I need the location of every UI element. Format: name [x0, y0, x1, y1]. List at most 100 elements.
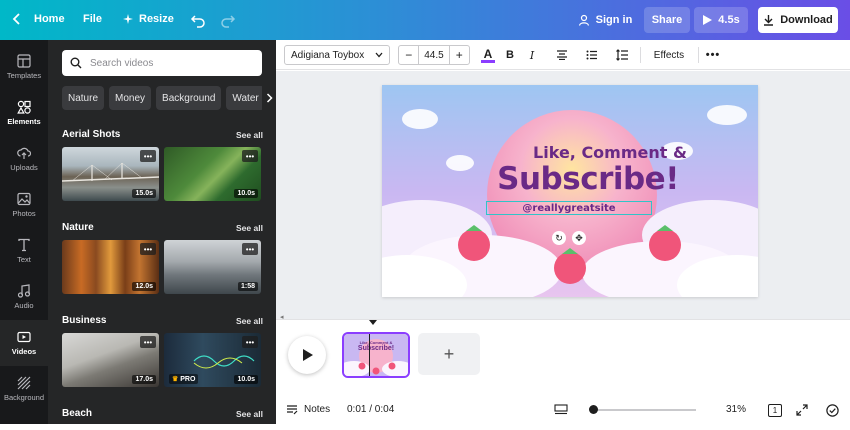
videos-icon — [17, 331, 31, 343]
chip-money[interactable]: Money — [109, 86, 152, 110]
design-title-line-2[interactable]: Subscribe! — [400, 161, 758, 197]
more-options-button[interactable]: ••• — [242, 336, 258, 348]
effects-button[interactable]: Effects — [648, 45, 690, 65]
top-bar: Home File Resize Sign in Share 4.5s Down… — [0, 0, 850, 40]
undo-icon — [190, 15, 205, 28]
decrease-font-size-button[interactable]: − — [399, 48, 418, 62]
zoom-slider-handle[interactable] — [589, 405, 598, 414]
chips-scroll-right-button[interactable] — [262, 86, 276, 110]
play-duration: 4.5s — [718, 14, 740, 26]
spacing-button[interactable] — [614, 45, 630, 65]
see-all-aerial-shots[interactable]: See all — [236, 130, 263, 140]
video-thumb-nature-2[interactable]: ••• 1:58 — [164, 240, 261, 294]
chevron-down-icon — [375, 52, 383, 58]
list-button[interactable] — [584, 45, 600, 65]
video-thumb-aerial-1[interactable]: ••• 15.0s — [62, 147, 159, 201]
check-button[interactable] — [826, 404, 839, 417]
video-duration: 15.0s — [132, 189, 156, 198]
notes-label: Notes — [304, 404, 331, 415]
text-toolbar: Adigiana Toybox − 44.5 + A B I Effects •… — [276, 40, 850, 70]
more-options-button[interactable]: ••• — [140, 336, 156, 348]
font-size-value[interactable]: 44.5 — [418, 45, 450, 65]
video-thumb-aerial-2[interactable]: ••• 10.0s — [164, 147, 261, 201]
notes-icon — [287, 404, 298, 414]
video-thumb-nature-1[interactable]: ••• 12.0s — [62, 240, 159, 294]
rail-item-videos[interactable]: Videos — [0, 320, 48, 366]
videos-panel: Nature Money Background Water Aerial Sho… — [48, 40, 276, 430]
notes-button[interactable]: Notes — [286, 404, 330, 415]
design-title-line-1[interactable]: Like, Comment & — [422, 143, 758, 162]
playhead-marker[interactable] — [369, 320, 377, 325]
toolbar-divider — [640, 47, 641, 63]
text-color-button[interactable]: A — [480, 45, 496, 65]
font-family-select[interactable]: Adigiana Toybox — [284, 45, 390, 65]
video-duration: 1:58 — [237, 282, 258, 291]
left-rail: Templates Elements Uploads Photos Text A… — [0, 40, 48, 430]
zoom-level[interactable]: 31% — [726, 404, 746, 415]
redo-button[interactable] — [220, 12, 236, 31]
rail-item-photos[interactable]: Photos — [0, 182, 48, 228]
file-menu-button[interactable]: File — [83, 13, 102, 25]
video-thumb-business-2[interactable]: ••• ♛ PRO 10.0s — [164, 333, 261, 387]
search-input[interactable] — [90, 57, 250, 69]
page-count-button[interactable]: 1 — [768, 404, 782, 417]
timeline-play-button[interactable] — [288, 336, 326, 374]
see-all-business[interactable]: See all — [236, 316, 263, 326]
rail-item-templates[interactable]: Templates — [0, 44, 48, 90]
rail-item-background[interactable]: Background — [0, 366, 48, 412]
rail-item-audio[interactable]: Audio — [0, 274, 48, 320]
rotate-handle[interactable]: ↻ — [552, 231, 566, 245]
play-icon — [302, 349, 313, 361]
pro-badge: ♛ PRO — [169, 374, 199, 384]
text-icon — [18, 238, 30, 252]
more-icon: ••• — [705, 49, 721, 61]
rail-label-elements: Elements — [7, 117, 41, 126]
font-size-stepper: − 44.5 + — [398, 45, 470, 65]
check-circle-icon — [826, 404, 839, 417]
undo-button[interactable] — [190, 12, 206, 31]
play-preview-button[interactable]: 4.5s — [694, 7, 748, 33]
fullscreen-button[interactable] — [796, 404, 808, 416]
playback-time: 0:01 / 0:04 — [347, 404, 395, 415]
more-options-button[interactable]: ••• — [242, 243, 258, 255]
rail-label-uploads: Uploads — [10, 163, 38, 172]
rail-item-text[interactable]: Text — [0, 228, 48, 274]
increase-font-size-button[interactable]: + — [450, 48, 469, 62]
italic-button[interactable]: I — [524, 45, 540, 65]
more-options-button[interactable]: ••• — [140, 243, 156, 255]
align-button[interactable] — [554, 45, 570, 65]
more-options-button[interactable]: ••• — [242, 150, 258, 162]
download-button[interactable]: Download — [758, 7, 838, 33]
chip-background[interactable]: Background — [156, 86, 222, 110]
section-title-nature: Nature — [62, 222, 94, 233]
design-handle-text: @reallygreatsite — [522, 202, 616, 214]
rail-label-templates: Templates — [6, 71, 42, 80]
download-label: Download — [780, 14, 833, 26]
timeline-clip[interactable]: Like, Comment & Subscribe! — [342, 332, 410, 378]
design-page[interactable]: Like, Comment & Subscribe! @reallygreats… — [382, 85, 758, 297]
search-box[interactable] — [62, 50, 262, 76]
share-button[interactable]: Share — [644, 7, 690, 33]
bold-button[interactable]: B — [502, 45, 518, 65]
timeline-view-button[interactable] — [554, 404, 568, 415]
video-duration: 12.0s — [132, 282, 156, 291]
sign-in-button[interactable]: Sign in — [572, 7, 638, 33]
see-all-beach[interactable]: See all — [236, 409, 263, 419]
home-button[interactable]: Home — [12, 13, 65, 25]
redo-icon — [221, 15, 236, 28]
align-center-icon — [557, 50, 567, 60]
filter-chips: Nature Money Background Water — [62, 86, 276, 112]
move-handle[interactable]: ✥ — [572, 231, 586, 245]
add-page-button[interactable]: + — [418, 333, 480, 375]
more-toolbar-options-button[interactable]: ••• — [704, 45, 722, 65]
resize-button[interactable]: Resize — [123, 13, 174, 25]
see-all-nature[interactable]: See all — [236, 223, 263, 233]
video-thumb-business-1[interactable]: ••• 17.0s — [62, 333, 159, 387]
rail-item-uploads[interactable]: Uploads — [0, 136, 48, 182]
chip-nature[interactable]: Nature — [62, 86, 105, 110]
more-options-button[interactable]: ••• — [140, 150, 156, 162]
chip-water[interactable]: Water — [226, 86, 265, 110]
zoom-slider-track[interactable] — [592, 409, 696, 411]
rail-item-elements[interactable]: Elements — [0, 90, 48, 136]
selected-text-box[interactable]: @reallygreatsite — [486, 201, 652, 215]
